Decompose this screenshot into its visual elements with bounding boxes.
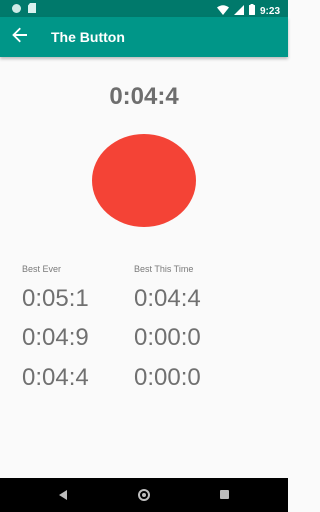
best-this-time-score-1: 0:04:4 — [134, 285, 201, 312]
best-this-time-score-3: 0:00:0 — [134, 364, 201, 391]
best-ever-label: Best Ever — [22, 264, 62, 274]
best-ever-score-3: 0:04:4 — [22, 364, 89, 391]
navigation-bar — [0, 478, 288, 512]
status-bar: 9:23 — [0, 0, 288, 17]
sd-card-icon — [28, 3, 36, 13]
app-bar: The Button — [0, 17, 288, 57]
best-this-time-score-2: 0:00:0 — [134, 324, 201, 351]
the-button[interactable] — [92, 134, 196, 227]
nav-back-icon[interactable] — [59, 490, 67, 500]
notification-dot-icon — [12, 3, 21, 13]
best-ever-score-2: 0:04:9 — [22, 324, 89, 351]
status-time: 9:23 — [259, 5, 280, 17]
app-title: The Button — [51, 29, 125, 45]
nav-recents-icon[interactable] — [220, 490, 229, 499]
back-button[interactable] — [8, 25, 32, 49]
back-arrow-icon — [12, 27, 28, 48]
main-timer: 0:04:4 — [109, 83, 179, 110]
best-this-time-label: Best This Time — [134, 264, 194, 274]
nav-home-icon[interactable] — [138, 489, 150, 501]
best-ever-score-1: 0:05:1 — [22, 285, 89, 312]
